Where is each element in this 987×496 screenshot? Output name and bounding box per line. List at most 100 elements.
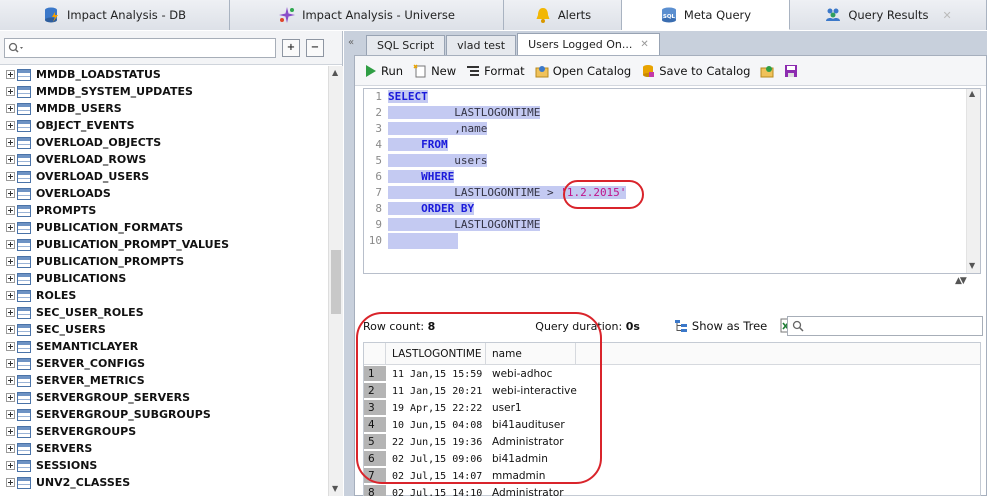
run-button[interactable]: Run bbox=[363, 64, 403, 78]
tree-search-input[interactable] bbox=[4, 37, 276, 58]
expand-node-icon[interactable] bbox=[6, 70, 15, 79]
tree-item[interactable]: SERVER_METRICS bbox=[0, 372, 328, 389]
catalog-refresh-button[interactable] bbox=[760, 64, 774, 78]
expand-node-icon[interactable] bbox=[6, 121, 15, 130]
tab-vlad-test[interactable]: vlad test bbox=[446, 35, 517, 55]
row-number[interactable]: 1 bbox=[364, 366, 386, 382]
expand-node-icon[interactable] bbox=[6, 410, 15, 419]
expand-node-icon[interactable] bbox=[6, 393, 15, 402]
table-row[interactable]: 8 02 Jul,15 14:10 Administrator bbox=[364, 485, 980, 496]
tab-sql-script[interactable]: SQL Script bbox=[366, 35, 446, 55]
table-row[interactable]: 4 10 Jun,15 04:08 bi41audituser bbox=[364, 417, 980, 434]
tree-item[interactable]: SERVERGROUP_SUBGROUPS bbox=[0, 406, 328, 423]
tree-item[interactable]: OVERLOAD_ROWS bbox=[0, 151, 328, 168]
scroll-up-arrow-icon[interactable]: ▲ bbox=[969, 89, 975, 98]
tree-item[interactable]: MMDB_LOADSTATUS bbox=[0, 66, 328, 83]
row-number[interactable]: 2 bbox=[364, 383, 386, 399]
tree-item[interactable]: SESSIONS bbox=[0, 457, 328, 474]
tree-item[interactable]: UNV2_CLASSES bbox=[0, 474, 328, 491]
row-number[interactable]: 4 bbox=[364, 417, 386, 433]
expand-node-icon[interactable] bbox=[6, 172, 15, 181]
tree-scroll-thumb[interactable] bbox=[331, 250, 341, 314]
tree-item[interactable]: PUBLICATION_FORMATS bbox=[0, 219, 328, 236]
expand-node-icon[interactable] bbox=[6, 138, 15, 147]
expand-node-icon[interactable] bbox=[6, 104, 15, 113]
row-number[interactable]: 6 bbox=[364, 451, 386, 467]
tree-item[interactable]: SERVER_CONFIGS bbox=[0, 355, 328, 372]
format-button[interactable]: Format bbox=[466, 64, 525, 78]
show-as-tree-button[interactable]: Show as Tree bbox=[674, 319, 767, 333]
splitter-arrows-icon[interactable]: ▲▼ bbox=[955, 276, 967, 286]
tree-item[interactable]: SERVERS bbox=[0, 440, 328, 457]
expand-all-button[interactable]: + bbox=[282, 38, 300, 57]
column-header-lastlogontime[interactable]: LASTLOGONTIME bbox=[386, 343, 486, 365]
tree-item[interactable]: SEC_USER_ROLES bbox=[0, 304, 328, 321]
tree-item[interactable]: SERVERGROUP_SERVERS bbox=[0, 389, 328, 406]
scroll-down-arrow-icon[interactable]: ▼ bbox=[332, 484, 338, 493]
expand-node-icon[interactable] bbox=[6, 461, 15, 470]
expand-node-icon[interactable] bbox=[6, 291, 15, 300]
tree-item[interactable]: OVERLOAD_OBJECTS bbox=[0, 134, 328, 151]
new-button[interactable]: New bbox=[413, 64, 456, 78]
tree-item[interactable]: OVERLOAD_USERS bbox=[0, 168, 328, 185]
editor-scrollbar[interactable]: ▲ ▼ bbox=[966, 89, 980, 273]
tree-item[interactable]: PUBLICATIONS bbox=[0, 270, 328, 287]
tree-item[interactable]: OVERLOADS bbox=[0, 185, 328, 202]
expand-node-icon[interactable] bbox=[6, 478, 15, 487]
expand-node-icon[interactable] bbox=[6, 223, 15, 232]
open-catalog-button[interactable]: Open Catalog bbox=[535, 64, 631, 78]
expand-node-icon[interactable] bbox=[6, 206, 15, 215]
tree-item[interactable]: PUBLICATION_PROMPTS bbox=[0, 253, 328, 270]
table-row[interactable]: 6 02 Jul,15 09:06 bi41admin bbox=[364, 451, 980, 468]
close-icon[interactable]: ✕ bbox=[640, 39, 648, 50]
row-number[interactable]: 3 bbox=[364, 400, 386, 416]
scroll-down-arrow-icon[interactable]: ▼ bbox=[969, 261, 975, 270]
tree-item[interactable]: ROLES bbox=[0, 287, 328, 304]
expand-node-icon[interactable] bbox=[6, 359, 15, 368]
tree-item[interactable]: SEC_USERS bbox=[0, 321, 328, 338]
tab-impact-analysis-universe[interactable]: Impact Analysis - Universe bbox=[230, 0, 504, 30]
close-icon[interactable]: ✕ bbox=[942, 9, 951, 22]
tree-item[interactable]: PUBLICATION_PROMPT_VALUES bbox=[0, 236, 328, 253]
tab-meta-query[interactable]: SQL Meta Query bbox=[622, 0, 790, 30]
save-button[interactable] bbox=[784, 64, 798, 78]
expand-node-icon[interactable] bbox=[6, 325, 15, 334]
tab-alerts[interactable]: Alerts bbox=[504, 0, 622, 30]
results-search-input[interactable] bbox=[787, 316, 983, 336]
expand-node-icon[interactable] bbox=[6, 444, 15, 453]
save-to-catalog-button[interactable]: Save to Catalog bbox=[641, 64, 750, 78]
table-row[interactable]: 1 11 Jan,15 15:59 webi-adhoc bbox=[364, 366, 980, 383]
table-row[interactable]: 7 02 Jul,15 14:07 mmadmin bbox=[364, 468, 980, 485]
expand-node-icon[interactable] bbox=[6, 308, 15, 317]
expand-node-icon[interactable] bbox=[6, 342, 15, 351]
tab-query-results[interactable]: Query Results ✕ bbox=[790, 0, 987, 30]
table-row[interactable]: 2 11 Jan,15 20:21 webi-interactive bbox=[364, 383, 980, 400]
tab-users-logged-on[interactable]: Users Logged On... ✕ bbox=[517, 33, 660, 55]
sql-code-editor[interactable]: ▲ ▼ 1 SELECT 2 LASTLOGONTIME 3 ,name 4 FROM 5… bbox=[363, 88, 981, 274]
table-row[interactable]: 3 19 Apr,15 22:22 user1 bbox=[364, 400, 980, 417]
expand-node-icon[interactable] bbox=[6, 257, 15, 266]
row-number[interactable]: 8 bbox=[364, 485, 386, 496]
tab-impact-analysis-db[interactable]: Impact Analysis - DB bbox=[0, 0, 230, 30]
tree-item[interactable]: MMDB_SYSTEM_UPDATES bbox=[0, 83, 328, 100]
tree-item[interactable]: MMDB_USERS bbox=[0, 100, 328, 117]
column-header-name[interactable]: name bbox=[486, 343, 576, 365]
tree-item[interactable]: OBJECT_EVENTS bbox=[0, 117, 328, 134]
expand-node-icon[interactable] bbox=[6, 87, 15, 96]
tree-item[interactable]: SERVERGROUPS bbox=[0, 423, 328, 440]
tree-item[interactable]: SEMANTICLAYER bbox=[0, 338, 328, 355]
table-row[interactable]: 5 22 Jun,15 19:36 Administrator bbox=[364, 434, 980, 451]
tree-item[interactable]: PROMPTS bbox=[0, 202, 328, 219]
expand-node-icon[interactable] bbox=[6, 240, 15, 249]
row-number[interactable]: 7 bbox=[364, 468, 386, 484]
collapse-all-button[interactable]: − bbox=[306, 38, 324, 57]
cell-name: webi-interactive bbox=[492, 385, 577, 397]
expand-node-icon[interactable] bbox=[6, 189, 15, 198]
row-number[interactable]: 5 bbox=[364, 434, 386, 450]
expand-node-icon[interactable] bbox=[6, 155, 15, 164]
scroll-up-arrow-icon[interactable]: ▲ bbox=[332, 68, 338, 77]
expand-node-icon[interactable] bbox=[6, 427, 15, 436]
tree-scrollbar[interactable]: ▲ ▼ bbox=[328, 66, 343, 496]
expand-node-icon[interactable] bbox=[6, 274, 15, 283]
expand-node-icon[interactable] bbox=[6, 376, 15, 385]
